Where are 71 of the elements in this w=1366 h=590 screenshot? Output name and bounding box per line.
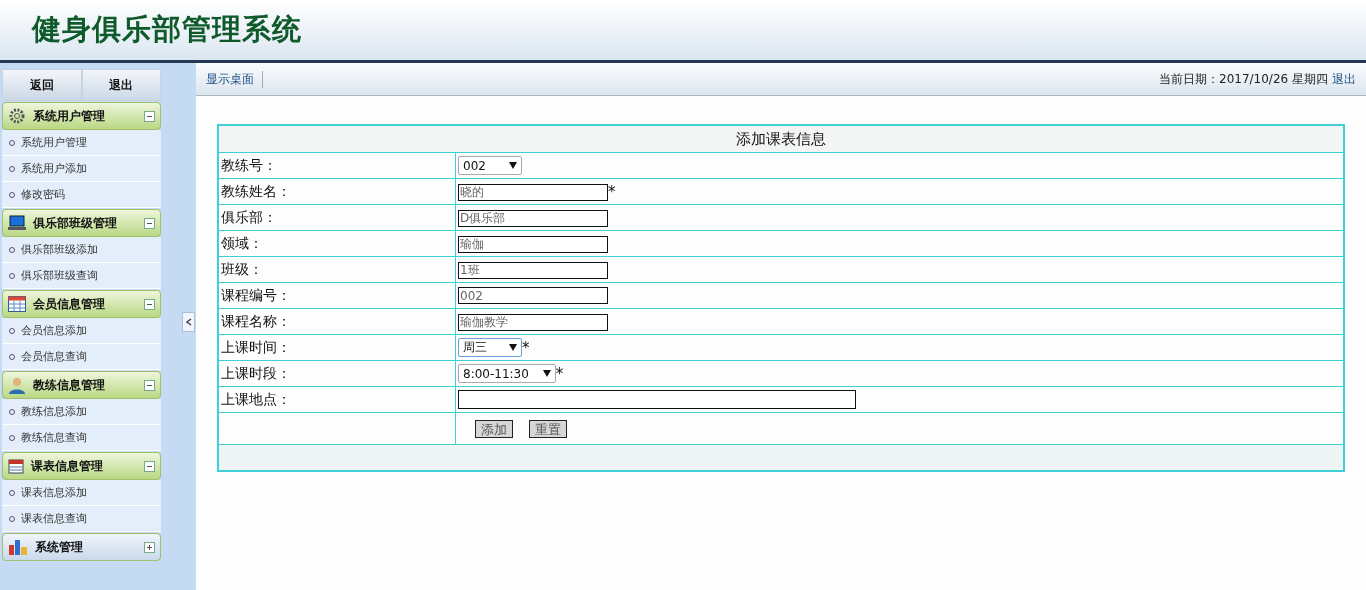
- menu-item[interactable]: 修改密码: [2, 182, 162, 208]
- person-icon: [8, 376, 26, 394]
- show-desktop-link[interactable]: 显示桌面: [206, 70, 263, 88]
- add-button[interactable]: 添加: [475, 419, 513, 438]
- menu-item[interactable]: 课表信息添加: [2, 480, 162, 506]
- field-label: 课程名称：: [218, 308, 456, 335]
- collapse-icon[interactable]: [144, 379, 156, 391]
- menu-group-header[interactable]: 课表信息管理: [2, 452, 162, 480]
- menu-item[interactable]: 教练信息查询: [2, 425, 162, 451]
- menu-item[interactable]: 课表信息查询: [2, 506, 162, 532]
- text-field[interactable]: 瑜伽教学: [458, 313, 608, 331]
- exit-button[interactable]: 退出: [81, 69, 162, 101]
- collapse-icon[interactable]: [144, 110, 156, 122]
- app-title: 健身俱乐部管理系统: [32, 11, 302, 48]
- menu-item[interactable]: 俱乐部班级查询: [2, 263, 162, 289]
- dropdown-arrow-icon: [509, 162, 517, 169]
- back-button[interactable]: 返回: [2, 69, 82, 101]
- dropdown[interactable]: 周三: [458, 338, 522, 357]
- menu-group-title: 教练信息管理: [33, 376, 106, 394]
- field-label: 上课时间：: [218, 334, 456, 361]
- field-label: 教练姓名：: [218, 178, 456, 205]
- required-mark: *: [608, 182, 616, 201]
- text-field[interactable]: 002: [458, 287, 608, 305]
- calendar-icon: [8, 296, 26, 312]
- collapse-icon[interactable]: [144, 460, 156, 472]
- text-field[interactable]: D俱乐部: [458, 209, 608, 227]
- menu-item[interactable]: 会员信息添加: [2, 318, 162, 344]
- menu-group-header[interactable]: 俱乐部班级管理: [2, 209, 162, 237]
- menu-group-title: 系统用户管理: [33, 107, 106, 125]
- required-mark: *: [555, 364, 564, 383]
- text-field[interactable]: 瑜伽: [458, 235, 608, 253]
- expand-icon[interactable]: [144, 541, 156, 553]
- logout-link[interactable]: 退出: [1332, 70, 1356, 88]
- field-label: 教练号：: [218, 152, 456, 179]
- form-title: 添加课表信息: [218, 125, 1344, 153]
- gear-icon: [8, 107, 26, 125]
- menu-group-header[interactable]: 教练信息管理: [2, 371, 162, 399]
- field-label: 领域：: [218, 230, 456, 257]
- required-mark: *: [522, 338, 530, 357]
- menu-item[interactable]: 会员信息查询: [2, 344, 162, 370]
- menu-item[interactable]: 系统用户添加: [2, 156, 162, 182]
- menu-group-header[interactable]: 系统用户管理: [2, 102, 162, 130]
- menu-group-header[interactable]: 会员信息管理: [2, 290, 162, 318]
- menu-group-title: 系统管理: [35, 538, 84, 556]
- field-label: 课程编号：: [218, 282, 456, 309]
- collapse-handle[interactable]: [182, 311, 195, 332]
- menu-item[interactable]: 俱乐部班级添加: [2, 237, 162, 263]
- dropdown-arrow-icon: [509, 344, 517, 351]
- dropdown[interactable]: 002: [458, 156, 522, 175]
- menu-group-title: 会员信息管理: [33, 295, 106, 313]
- menu-item[interactable]: 教练信息添加: [2, 399, 162, 425]
- current-date: 当前日期：2017/10/26 星期四: [1159, 70, 1328, 88]
- text-field[interactable]: 晓的: [458, 183, 608, 201]
- calendar-icon: [8, 458, 24, 474]
- collapse-icon[interactable]: [144, 217, 156, 229]
- text-field[interactable]: 1班: [458, 261, 608, 279]
- field-label: 俱乐部：: [218, 204, 456, 231]
- field-label: 班级：: [218, 256, 456, 283]
- bar-chart-icon: [8, 539, 28, 555]
- field-label: 上课地点：: [218, 386, 456, 413]
- menu-group-title: 俱乐部班级管理: [33, 214, 118, 232]
- menu-item[interactable]: 系统用户管理: [2, 130, 162, 156]
- reset-button[interactable]: 重置: [529, 419, 567, 438]
- dropdown-arrow-icon: [542, 370, 551, 377]
- dropdown[interactable]: 8:00-11:30: [458, 364, 556, 383]
- menu-group-title: 课表信息管理: [31, 457, 104, 475]
- collapse-icon[interactable]: [144, 298, 156, 310]
- field-label: 上课时段：: [218, 360, 456, 387]
- menu-group-header[interactable]: 系统管理: [2, 533, 162, 561]
- text-field[interactable]: [458, 390, 856, 409]
- monitor-icon: [8, 215, 26, 231]
